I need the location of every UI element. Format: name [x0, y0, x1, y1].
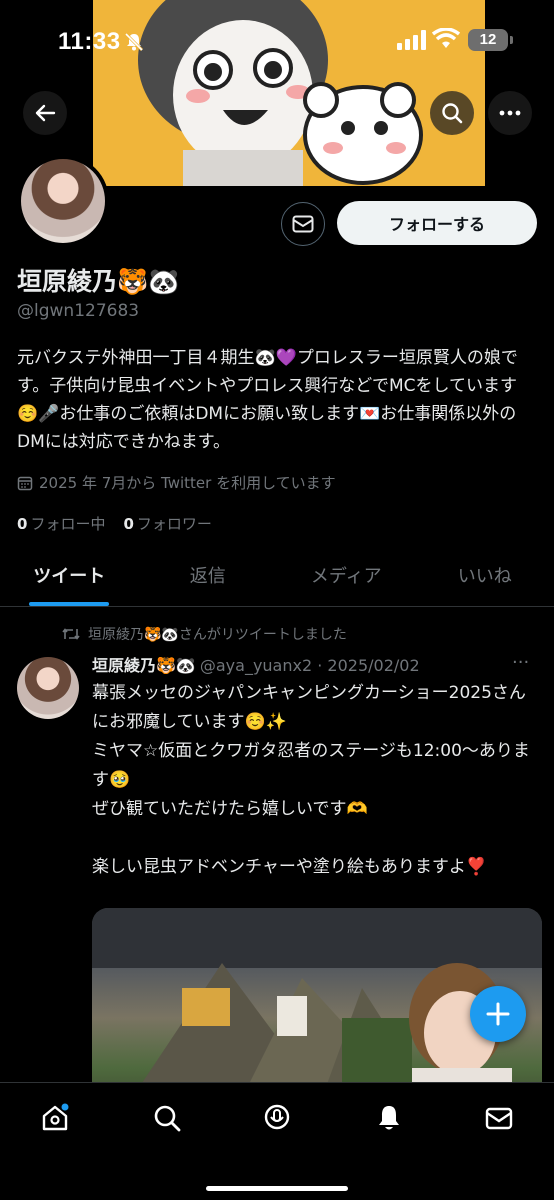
retweet-context: 垣原綾乃🐯🐼さんがリツイートしました: [62, 624, 347, 644]
follow-stats: 0 フォロー中 0 フォロワー: [17, 513, 212, 534]
notifications-icon: [379, 1106, 399, 1130]
tweet-header: 垣原綾乃🐯🐼 @aya_yuanx2 · 2025/02/02: [92, 652, 420, 676]
following-label: フォロー中: [30, 515, 106, 533]
nav-home[interactable]: [38, 1101, 72, 1135]
status-bar: 11:33 12: [0, 0, 554, 86]
followers-label: フォロワー: [136, 515, 212, 533]
display-name: 垣原綾乃🐯🐼: [17, 267, 180, 296]
followers-link[interactable]: 0 フォロワー: [123, 513, 211, 534]
mail-icon: [292, 215, 314, 233]
arrow-left-icon: [35, 104, 56, 122]
retweet-icon: [62, 628, 80, 640]
tab-tweets[interactable]: ツイート: [0, 555, 139, 606]
bottom-navigation: [0, 1082, 554, 1200]
home-icon: [42, 1103, 69, 1131]
tab-likes[interactable]: いいね: [416, 555, 554, 606]
spaces-icon: [264, 1104, 290, 1130]
profile-avatar[interactable]: [17, 155, 109, 247]
retweet-context-label: 垣原綾乃🐯🐼さんがリツイートしました: [88, 627, 347, 643]
joined-label: 2025 年 7月から Twitter を利用しています: [39, 474, 336, 492]
following-count: 0: [17, 515, 28, 533]
tab-media[interactable]: メディア: [277, 555, 416, 606]
messages-icon: [485, 1107, 513, 1130]
home-indicator[interactable]: [206, 1186, 348, 1191]
more-horizontal-icon: [499, 110, 521, 116]
profile-bio: 元バクステ外神田一丁目４期生🐼💜プロレスラー垣原賢人の娘です。子供向け昆虫イベン…: [17, 348, 518, 452]
following-link[interactable]: 0 フォロー中: [17, 513, 105, 534]
battery-indicator: 12: [468, 29, 513, 51]
message-button[interactable]: [281, 202, 325, 246]
nav-search[interactable]: [150, 1101, 184, 1135]
tweet-author-name[interactable]: 垣原綾乃🐯🐼: [92, 656, 196, 675]
search-icon: [154, 1105, 181, 1132]
nav-notifications[interactable]: [372, 1101, 406, 1135]
more-options-button[interactable]: [488, 91, 532, 135]
tab-replies[interactable]: 返信: [139, 555, 278, 606]
profile-banner[interactable]: 11:33 12: [0, 0, 554, 186]
follow-button[interactable]: フォローする: [337, 201, 537, 245]
search-icon: [442, 103, 463, 124]
cellular-signal-icon: [397, 30, 426, 50]
status-time: 11:33: [58, 28, 121, 55]
profile-tabs: ツイート 返信 メディア いいね: [0, 555, 554, 607]
tweet-handle-date: @aya_yuanx2 · 2025/02/02: [199, 656, 420, 675]
user-handle: @lgwn127683: [17, 301, 140, 321]
nav-spaces[interactable]: [260, 1101, 294, 1135]
joined-date: 2025 年 7月から Twitter を利用しています: [17, 472, 336, 493]
nav-messages[interactable]: [482, 1101, 516, 1135]
compose-tweet-button[interactable]: [470, 986, 526, 1042]
tweet-more-button[interactable]: ···: [512, 652, 529, 673]
calendar-icon: [17, 476, 33, 490]
plus-icon: [486, 1002, 510, 1026]
tweet-text: 幕張メッセのジャパンキャンピングカーショー2025さんにお邪魔しています☺️✨ …: [92, 683, 530, 877]
back-button[interactable]: [23, 91, 67, 135]
tweet-author-avatar[interactable]: [17, 657, 79, 719]
search-button[interactable]: [430, 91, 474, 135]
wifi-icon: [432, 28, 460, 48]
bell-off-icon: [124, 32, 144, 52]
followers-count: 0: [123, 515, 134, 533]
